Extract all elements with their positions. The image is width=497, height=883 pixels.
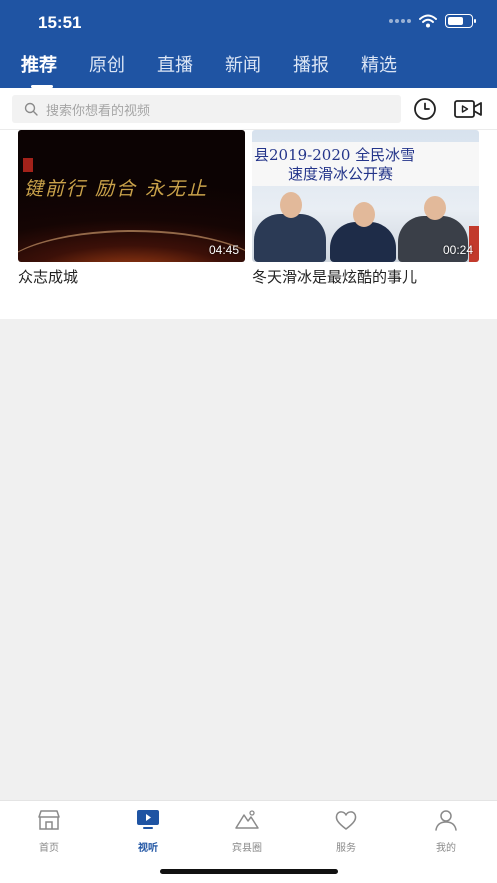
- search-bar: 搜索你想看的视频: [0, 88, 497, 130]
- nav-label: 首页: [39, 843, 59, 854]
- category-tabs: 推荐 原创 直播 新闻 播报 精选: [0, 52, 497, 88]
- nav-label: 服务: [336, 843, 356, 854]
- video-card[interactable]: 县2019-2020 全民冰雪 速度滑冰公开赛 00:24 冬天滑冰是最炫酷的事…: [252, 130, 479, 287]
- home-icon: [38, 810, 60, 830]
- banner-text-line1: 县2019-2020 全民冰雪: [254, 146, 416, 164]
- heart-icon: [335, 811, 357, 830]
- nav-label: 视听: [138, 843, 158, 854]
- tab-live[interactable]: 直播: [157, 52, 225, 88]
- signal-icon: [389, 19, 411, 23]
- tab-broadcast[interactable]: 播报: [293, 52, 361, 88]
- tab-news[interactable]: 新闻: [225, 52, 293, 88]
- banner-text-line2: 速度滑冰公开赛: [288, 165, 394, 183]
- video-duration: 00:24: [442, 243, 473, 257]
- nav-label: 宾县圈: [232, 843, 262, 854]
- nav-item-profile[interactable]: 我的: [406, 809, 486, 854]
- search-input[interactable]: 搜索你想看的视频: [12, 95, 401, 123]
- tab-recommend[interactable]: 推荐: [21, 52, 89, 88]
- video-thumbnail[interactable]: 县2019-2020 全民冰雪 速度滑冰公开赛 00:24: [252, 130, 479, 262]
- search-icon: [24, 102, 38, 116]
- nav-item-media[interactable]: 视听: [108, 809, 188, 854]
- history-clock-icon[interactable]: [413, 97, 437, 121]
- person-head: [424, 196, 446, 220]
- video-title[interactable]: 众志成城: [18, 266, 245, 287]
- wifi-icon: [419, 14, 437, 28]
- search-placeholder: 搜索你想看的视频: [46, 103, 151, 119]
- status-time: 15:51: [38, 13, 82, 32]
- status-icons: [389, 14, 476, 28]
- person-head: [280, 192, 302, 218]
- nav-item-services[interactable]: 服务: [306, 809, 386, 854]
- nav-item-community[interactable]: 宾县圈: [207, 809, 287, 854]
- person-head: [353, 202, 375, 227]
- video-feed: 键前行 励合 永无止 04:45 众志成城 县2019-2020 全民冰雪 速度…: [0, 130, 497, 319]
- video-camera-icon[interactable]: [454, 97, 482, 121]
- user-icon: [435, 810, 457, 831]
- nav-item-home[interactable]: 首页: [9, 809, 89, 854]
- tab-original[interactable]: 原创: [89, 52, 157, 88]
- person-figure: [330, 222, 396, 262]
- thumbnail-caption: 键前行 励合 永无止: [24, 178, 209, 200]
- video-card[interactable]: 键前行 励合 永无止 04:45 众志成城: [18, 130, 245, 287]
- tv-play-icon: [137, 810, 159, 829]
- mountain-icon: [235, 810, 259, 829]
- app-header: 15:51 推荐 原创 直播 新闻 播报 精选: [0, 0, 497, 88]
- video-title[interactable]: 冬天滑冰是最炫酷的事儿: [252, 266, 479, 287]
- home-indicator: [160, 869, 338, 874]
- video-duration: 04:45: [208, 243, 239, 257]
- battery-icon: [445, 14, 476, 28]
- nav-label: 我的: [436, 843, 456, 854]
- person-figure: [254, 214, 326, 262]
- tab-featured[interactable]: 精选: [361, 52, 429, 88]
- video-thumbnail[interactable]: 键前行 励合 永无止 04:45: [18, 130, 245, 262]
- seal-mark: [23, 158, 33, 172]
